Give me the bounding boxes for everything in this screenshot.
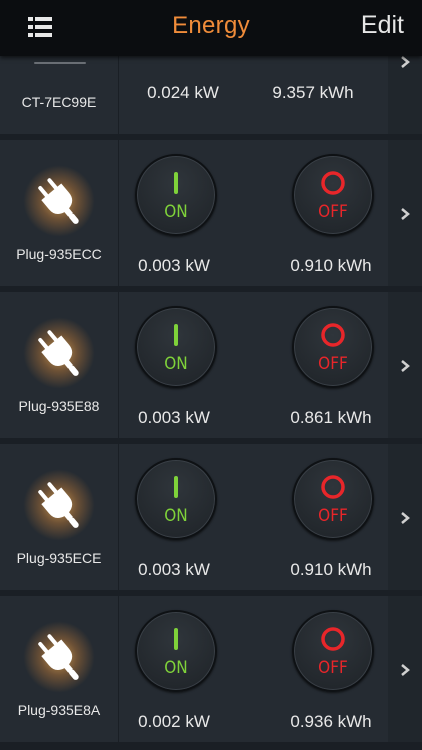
power-on-button[interactable]: ON xyxy=(135,306,217,388)
energy-value: 0.910 kWh xyxy=(290,560,372,579)
plug-icon xyxy=(38,634,79,680)
device-name: Plug-935ECC xyxy=(16,246,102,262)
ct-sensor-icon xyxy=(34,62,86,64)
power-off-button[interactable]: OFF xyxy=(292,154,374,236)
chevron-right-icon[interactable] xyxy=(398,204,412,224)
device-name: Plug-935E88 xyxy=(18,398,100,414)
plug-row[interactable]: Plug-935E88 ON OFF 0.003 kW 0.861 kWh xyxy=(0,292,422,438)
off-label: OFF xyxy=(318,202,348,222)
chevron-right-icon[interactable] xyxy=(398,356,412,376)
power-on-icon xyxy=(174,628,178,650)
plug-icon xyxy=(38,178,79,224)
plug-row[interactable]: Plug-935E8A ON OFF 0.002 kW 0.936 kWh xyxy=(0,596,422,742)
page-title: Energy xyxy=(172,12,250,39)
power-off-button[interactable]: OFF xyxy=(292,610,374,692)
plug-icon-container xyxy=(22,620,96,694)
on-label: ON xyxy=(164,202,188,222)
plug-row[interactable]: Plug-935ECC ON OFF 0.003 kW 0.910 kWh xyxy=(0,140,422,286)
device-name: Plug-935E8A xyxy=(17,702,101,718)
off-label: OFF xyxy=(318,658,348,678)
power-off-icon xyxy=(321,627,345,651)
plug-row[interactable]: Plug-935ECE ON OFF 0.003 kW 0.910 kWh xyxy=(0,444,422,590)
power-value: 0.003 kW xyxy=(138,408,210,427)
ct-row[interactable]: CT-7EC99E 0.024 kW 9.357 kWh xyxy=(0,56,422,134)
plug-icon-container xyxy=(22,316,96,390)
energy-value: 0.910 kWh xyxy=(290,256,372,275)
power-value: 0.024 kW xyxy=(147,83,219,102)
energy-value: 0.861 kWh xyxy=(290,408,372,427)
plug-icon-container xyxy=(22,468,96,542)
power-off-button[interactable]: OFF xyxy=(292,306,374,388)
off-label: OFF xyxy=(318,354,348,374)
power-on-button[interactable]: ON xyxy=(135,610,217,692)
device-name: Plug-935ECE xyxy=(16,550,102,566)
top-bar: Energy Edit xyxy=(0,0,422,56)
power-on-icon xyxy=(174,172,178,194)
power-off-icon xyxy=(321,475,345,499)
energy-value: 0.936 kWh xyxy=(290,712,372,731)
power-value: 0.003 kW xyxy=(138,256,210,275)
plug-icon-container xyxy=(22,164,96,238)
power-value: 0.003 kW xyxy=(138,560,210,579)
power-on-button[interactable]: ON xyxy=(135,154,217,236)
power-off-icon xyxy=(321,323,345,347)
edit-button[interactable]: Edit xyxy=(361,11,404,40)
power-on-icon xyxy=(174,324,178,346)
plug-icon xyxy=(38,330,79,376)
chevron-right-icon[interactable] xyxy=(398,660,412,680)
power-on-button[interactable]: ON xyxy=(135,458,217,540)
power-value: 0.002 kW xyxy=(138,712,210,731)
off-label: OFF xyxy=(318,506,348,526)
on-label: ON xyxy=(164,354,188,374)
on-label: ON xyxy=(164,658,188,678)
device-name: CT-7EC99E xyxy=(21,94,97,110)
power-off-button[interactable]: OFF xyxy=(292,458,374,540)
energy-value: 9.357 kWh xyxy=(272,83,354,102)
energy-screen: Energy Edit CT-7EC99E 0.024 kW 9.357 kWh xyxy=(0,0,422,750)
on-label: ON xyxy=(164,506,188,526)
chevron-right-icon[interactable] xyxy=(398,508,412,528)
plug-icon xyxy=(38,482,79,528)
power-on-icon xyxy=(174,476,178,498)
power-off-icon xyxy=(321,171,345,195)
